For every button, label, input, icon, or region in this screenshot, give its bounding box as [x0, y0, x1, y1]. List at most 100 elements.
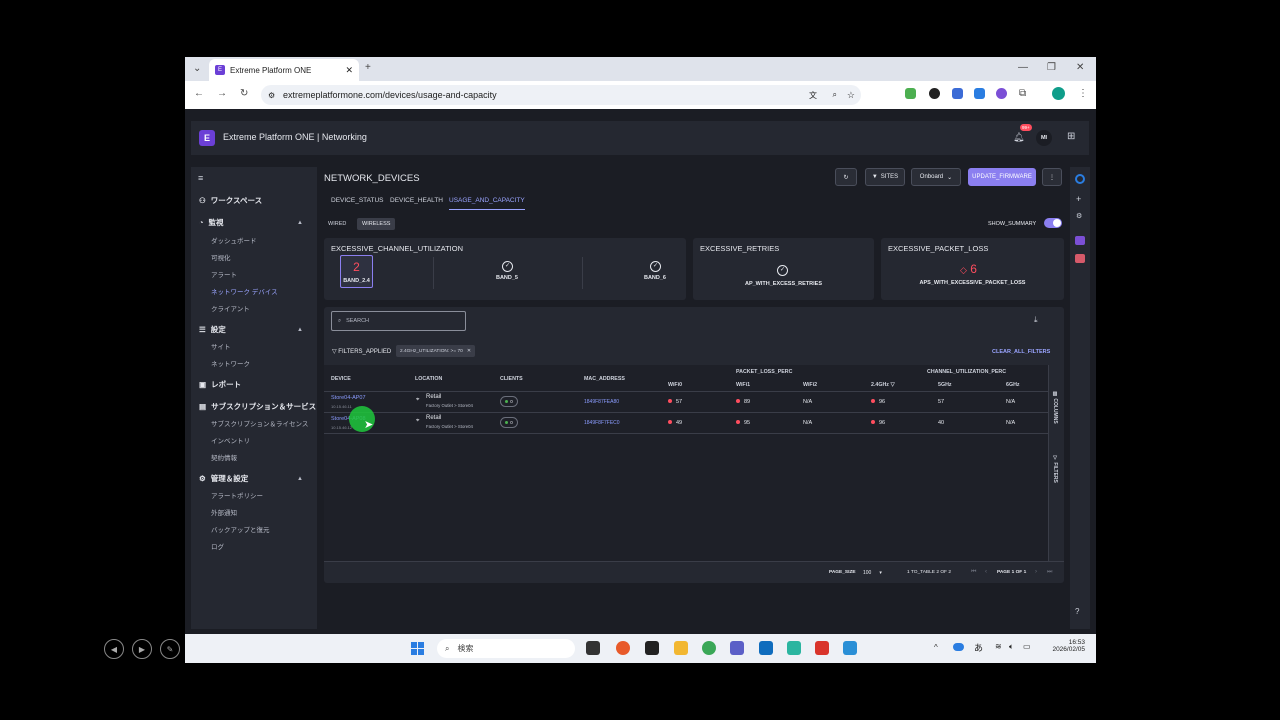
nav-logs[interactable]: ログ [211, 541, 224, 551]
download-icon[interactable]: ⤓ [1034, 315, 1038, 325]
clear-filters-link[interactable]: CLEAR_ALL_FILTERS [992, 349, 1050, 355]
chevron-up-icon[interactable]: ^ [934, 643, 938, 652]
first-page-icon[interactable]: ⏮ [971, 569, 976, 576]
filter-chip[interactable]: 2.4GHz_UTILIZATION: >= 70 ✕ [396, 345, 475, 357]
new-tab-icon[interactable]: + [365, 62, 371, 73]
extension-icon[interactable] [929, 88, 940, 99]
extensions-icon[interactable]: ⧉ [1019, 88, 1026, 99]
wifi-icon[interactable]: ≋ [995, 642, 1002, 651]
extension-icon[interactable] [905, 88, 916, 99]
maximize-icon[interactable]: ❐ [1047, 62, 1056, 73]
chrome-icon[interactable] [702, 641, 716, 655]
table-row[interactable]: Store04-AP07 10.15.46.11 ⌖ Retail Factor… [324, 392, 1048, 412]
zoom-icon[interactable]: ⌕ [833, 90, 837, 100]
nav-reports[interactable]: ▣ レポート [199, 379, 241, 390]
nav-visualization[interactable]: 可視化 [211, 252, 231, 262]
page-size-select[interactable]: 100 ▾ [860, 567, 890, 578]
extension-icon[interactable] [974, 88, 985, 99]
bell-icon[interactable]: 🔔︎ [1013, 132, 1024, 143]
app-icon[interactable] [1075, 254, 1085, 263]
reload-icon[interactable]: ↻ [240, 88, 248, 99]
windows-start-icon[interactable] [411, 642, 424, 655]
help-icon[interactable]: ? [1075, 607, 1079, 616]
update-firmware-button[interactable]: UPDATE_FIRMWARE [968, 168, 1036, 186]
clients-pill[interactable]: 0 [500, 417, 518, 428]
assistant-icon[interactable] [1075, 174, 1085, 184]
show-summary-toggle[interactable] [1044, 218, 1062, 228]
device-link[interactable]: Store04-AP07 [331, 395, 366, 401]
tab-list-icon[interactable]: ⌄ [193, 63, 201, 74]
nav-workspace[interactable]: ⚇ ワークスペース [199, 195, 262, 206]
nav-contracts[interactable]: 契約情報 [211, 452, 237, 462]
firefox-icon[interactable] [616, 641, 630, 655]
extension-icon[interactable] [996, 88, 1007, 99]
extension-icon[interactable] [952, 88, 963, 99]
table-row[interactable]: Store04-AP08 10.15.46.12 ⌖ Retail Factor… [324, 413, 1048, 433]
col-6ghz[interactable]: 6GHz [1006, 382, 1020, 388]
col-device[interactable]: DEVICE [331, 376, 351, 382]
clients-pill[interactable]: 0 [500, 396, 518, 407]
pen-icon[interactable]: ✎ [160, 639, 180, 659]
tab-device-status[interactable]: DEVICE_STATUS [331, 197, 384, 204]
close-window-icon[interactable]: ✕ [1076, 62, 1084, 73]
next-icon[interactable]: ▶ [132, 639, 152, 659]
last-page-icon[interactable]: ⏭ [1047, 569, 1052, 576]
url-field[interactable]: ⚙ extremeplatformone.com/devices/usage-a… [261, 85, 861, 105]
close-icon[interactable]: ✕ [467, 349, 471, 354]
ime-indicator[interactable]: あ [974, 641, 983, 654]
app-icon[interactable] [843, 641, 857, 655]
back-icon[interactable]: ← [194, 88, 204, 99]
onedrive-icon[interactable] [953, 643, 964, 651]
acrobat-icon[interactable] [815, 641, 829, 655]
nav-subscriptions[interactable]: ▤ サブスクリプション＆サービス [199, 401, 316, 412]
col-24ghz[interactable]: 2.4GHz ▽ [871, 382, 895, 388]
teams-icon[interactable] [730, 641, 744, 655]
tab-usage-capacity[interactable]: USAGE_AND_CAPACITY [449, 197, 525, 210]
apps-grid-icon[interactable]: ⊞ [1067, 131, 1075, 142]
add-icon[interactable]: + [1076, 194, 1081, 204]
settings-icon[interactable]: ⚙ [1076, 212, 1082, 220]
taskview-icon[interactable] [586, 641, 600, 655]
next-page-icon[interactable]: › [1035, 569, 1037, 575]
bookmark-icon[interactable]: ☆ [847, 90, 855, 101]
battery-icon[interactable]: ▭ [1023, 642, 1031, 651]
nav-config[interactable]: ☰ 設定 ▲ [199, 324, 311, 335]
nav-alert-policy[interactable]: アラートポリシー [211, 490, 263, 500]
col-wifi0[interactable]: WiFi0 [668, 382, 682, 388]
col-mac[interactable]: MAC_ADDRESS [584, 376, 625, 382]
subtab-wireless[interactable]: WIRELESS [357, 218, 396, 230]
onboard-button[interactable]: Onboard ⌄ [911, 168, 961, 186]
outlook-icon[interactable] [759, 641, 773, 655]
filters-tab[interactable]: ▽ FILTERS [1052, 455, 1058, 483]
nav-sites[interactable]: サイト [211, 341, 231, 351]
explorer-icon[interactable] [674, 641, 688, 655]
col-wifi2[interactable]: WiFi2 [803, 382, 817, 388]
translate-icon[interactable]: 文 [809, 90, 817, 101]
nav-admin[interactable]: ⚙ 管理＆設定 ▲ [199, 473, 311, 484]
profile-avatar[interactable] [1052, 87, 1065, 100]
nav-clients[interactable]: クライアント [211, 303, 250, 313]
band24-tile[interactable]: 2 BAND_2.4 [340, 255, 373, 288]
chat-icon[interactable] [1075, 236, 1085, 245]
notepad-icon[interactable] [787, 641, 801, 655]
search-input[interactable]: ⌕ SEARCH [331, 311, 466, 331]
nav-network[interactable]: ネットワーク [211, 358, 250, 368]
nav-external-notify[interactable]: 外部通知 [211, 507, 237, 517]
nav-inventory[interactable]: インベントリ [211, 435, 250, 445]
mac-link[interactable]: 1849F8F7FEC0 [584, 420, 620, 426]
minimize-icon[interactable]: — [1018, 62, 1028, 73]
tab-device-health[interactable]: DEVICE_HEALTH [390, 197, 443, 204]
menu-icon[interactable]: ⋮ [1078, 88, 1088, 99]
more-button[interactable]: ⋮ [1042, 168, 1062, 186]
prev-icon[interactable]: ◀ [104, 639, 124, 659]
refresh-button[interactable]: ↻ [835, 168, 857, 186]
mac-link[interactable]: 1849F87FEA80 [584, 399, 619, 405]
forward-icon[interactable]: → [217, 88, 227, 99]
site-info-icon[interactable]: ⚙ [268, 91, 275, 100]
subtab-wired[interactable]: WIRED [328, 221, 346, 227]
volume-icon[interactable]: 🔈︎ [1009, 642, 1014, 652]
nav-network-devices[interactable]: ネットワーク デバイス [211, 286, 278, 296]
col-location[interactable]: LOCATION [415, 376, 442, 382]
hamburger-icon[interactable]: ≡ [198, 173, 203, 183]
taskbar-search[interactable]: ⌕ 検索 [437, 639, 575, 658]
